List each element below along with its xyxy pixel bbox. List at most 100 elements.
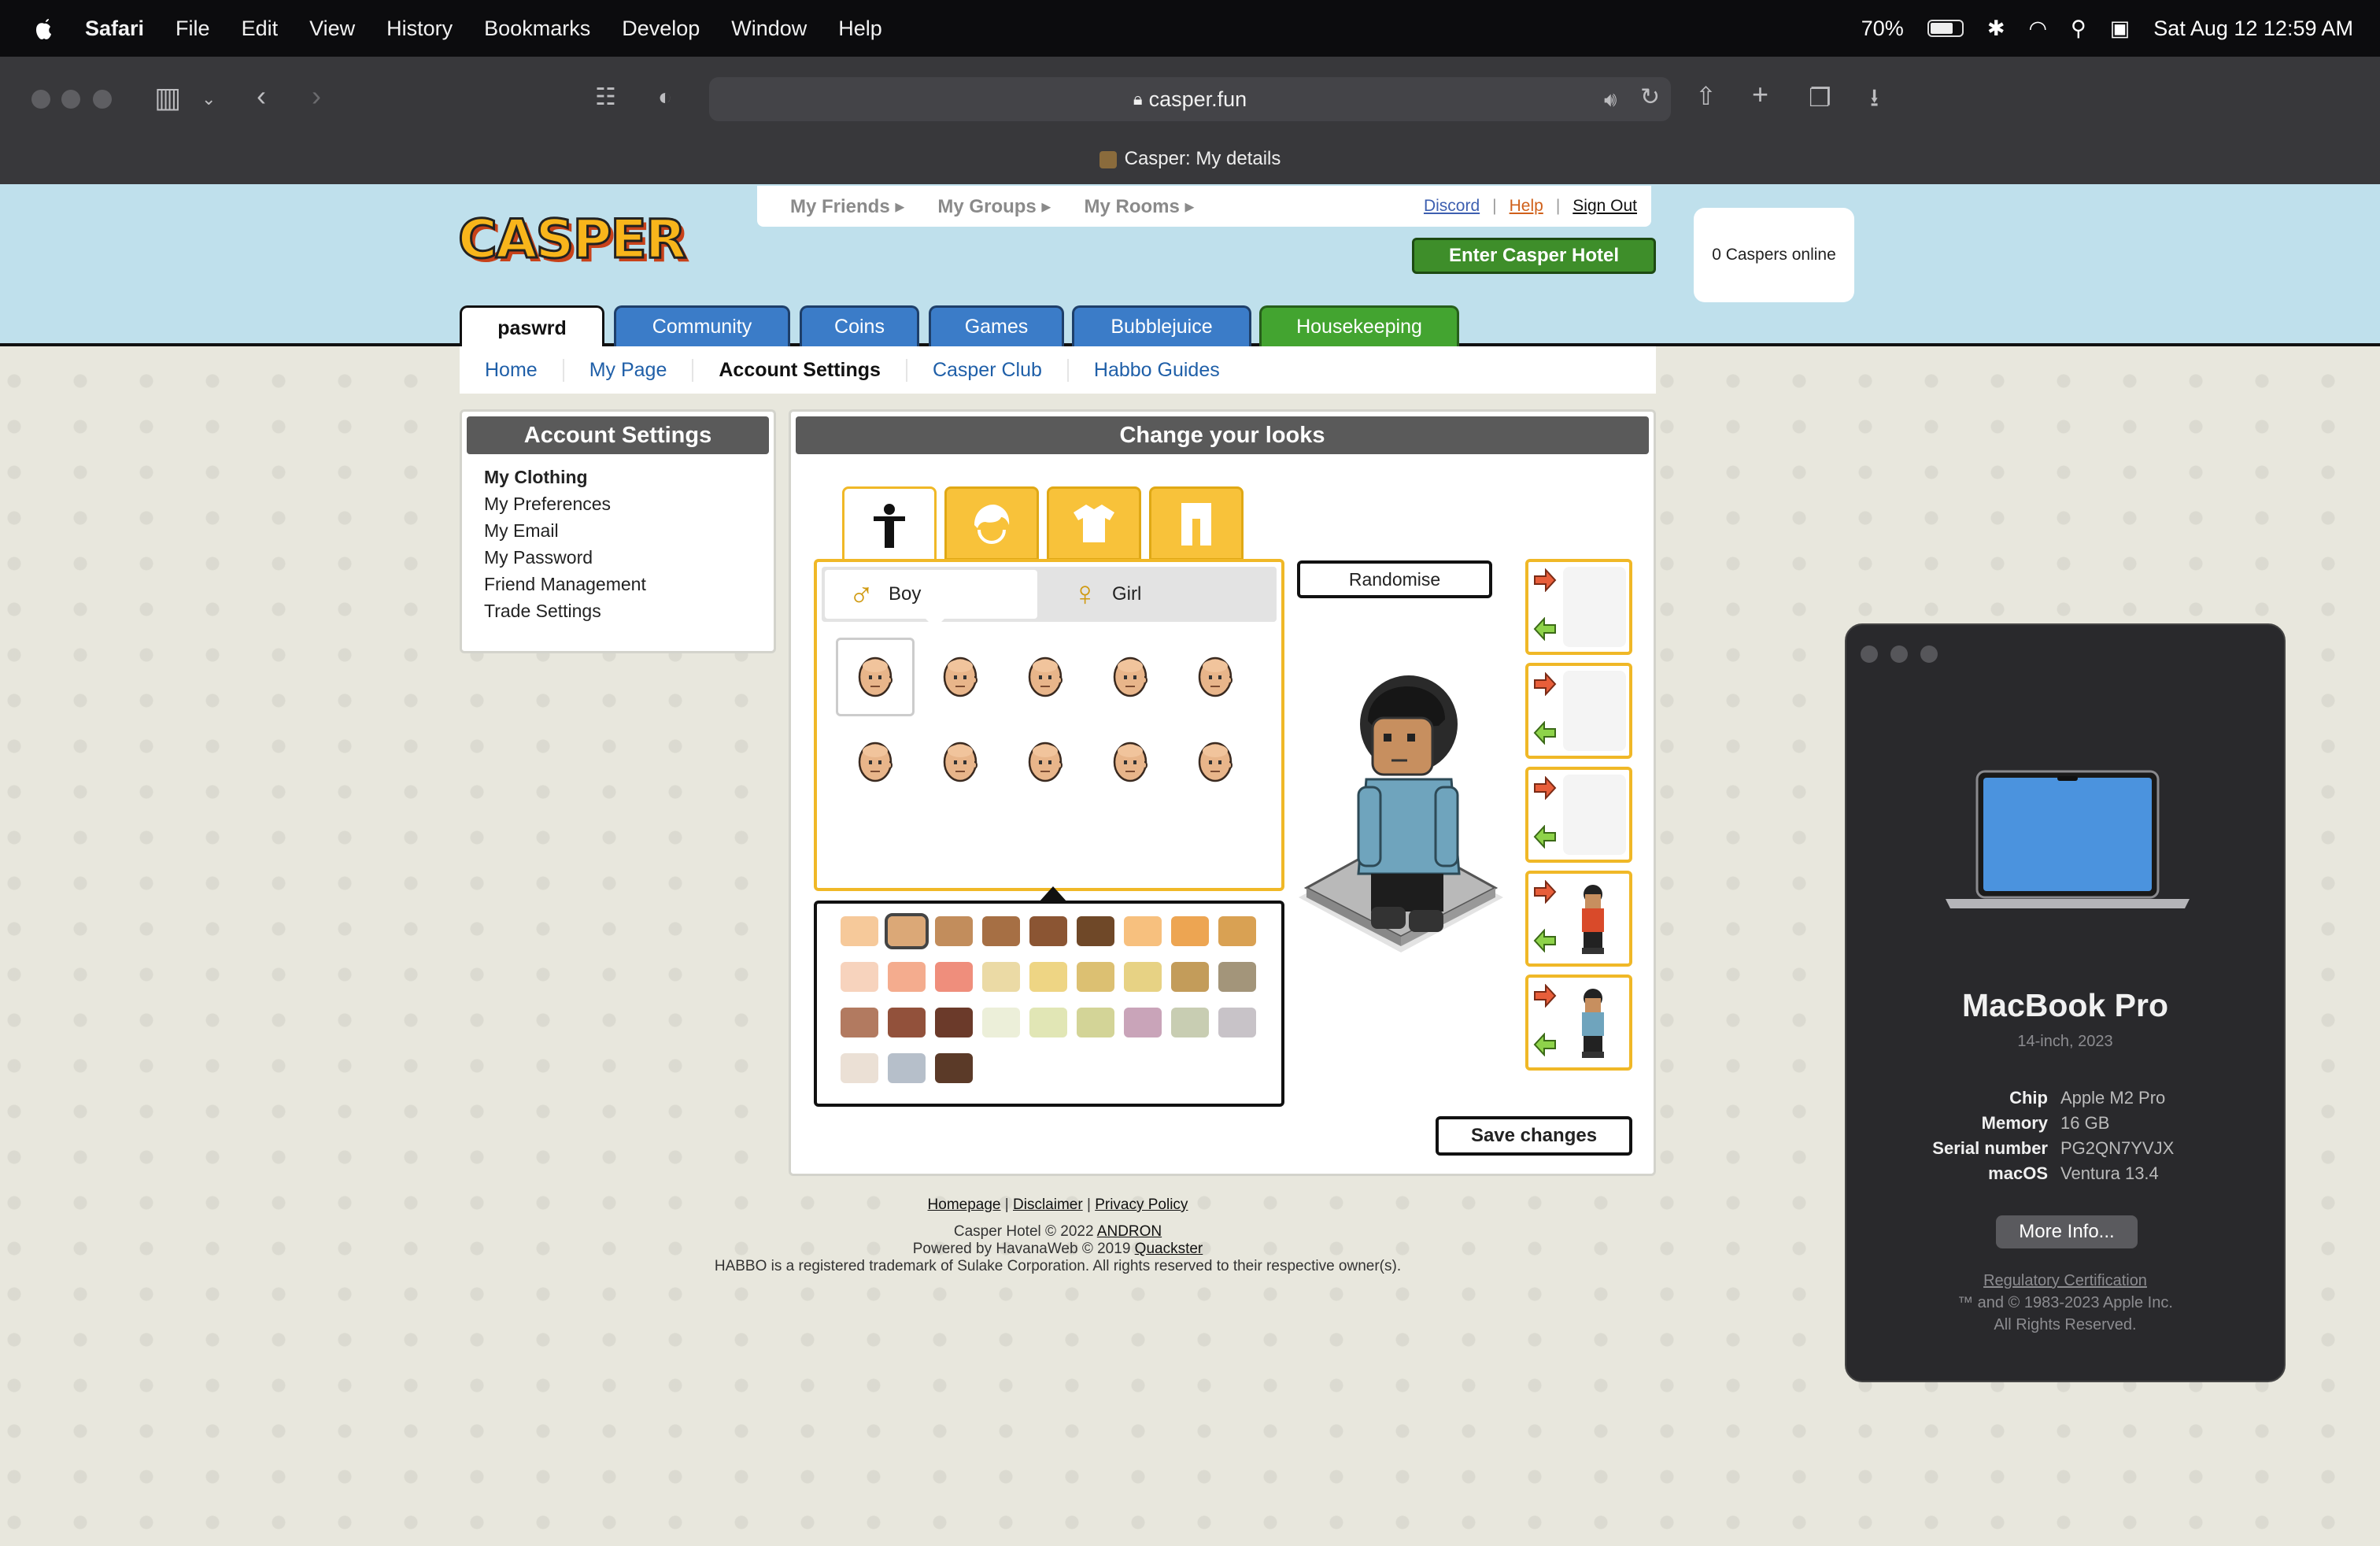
apple-icon[interactable] — [30, 14, 58, 43]
save-changes-button[interactable]: Save changes — [1436, 1116, 1632, 1156]
downloads-icon[interactable]: ⭳ — [1870, 82, 1879, 113]
menu-app-safari[interactable]: Safari — [85, 17, 144, 41]
wifi-icon[interactable]: ◠ — [2028, 17, 2047, 41]
outfit-slot-2[interactable] — [1525, 663, 1632, 759]
head-option[interactable] — [1107, 653, 1154, 701]
skin-color-swatch[interactable] — [841, 962, 878, 992]
enter-hotel-button[interactable]: Enter Casper Hotel — [1412, 238, 1656, 274]
sidebar-icon[interactable]: ▥ — [154, 82, 181, 113]
footer-disclaimer-link[interactable]: Disclaimer — [1013, 1196, 1083, 1213]
head-option[interactable] — [1192, 738, 1239, 786]
regulatory-link[interactable]: Regulatory Certification — [1846, 1272, 2284, 1290]
head-option[interactable] — [937, 738, 984, 786]
menubar-clock[interactable]: Sat Aug 12 12:59 AM — [2153, 17, 2353, 41]
head-option[interactable] — [1022, 653, 1069, 701]
battery-icon[interactable] — [1927, 20, 1964, 37]
about-minimize-button[interactable] — [1890, 645, 1908, 663]
head-option[interactable] — [1192, 653, 1239, 701]
skin-color-swatch[interactable] — [935, 916, 973, 946]
menu-history[interactable]: History — [386, 17, 453, 41]
outfit-slot-1[interactable] — [1525, 559, 1632, 655]
settings-trade-settings[interactable]: Trade Settings — [484, 601, 774, 627]
control-center-icon[interactable]: ▣ — [2110, 17, 2131, 41]
skin-color-swatch[interactable] — [1171, 962, 1209, 992]
skin-color-swatch[interactable] — [982, 916, 1020, 946]
menu-develop[interactable]: Develop — [622, 17, 700, 41]
menu-edit[interactable]: Edit — [242, 17, 279, 41]
my-rooms-link[interactable]: My Rooms ▸ — [1084, 195, 1194, 218]
tab-coins[interactable]: Coins — [800, 305, 919, 346]
skin-color-swatch[interactable] — [1029, 1008, 1067, 1037]
window-zoom-button[interactable] — [93, 90, 112, 109]
sign-out-link[interactable]: Sign Out — [1572, 197, 1637, 216]
head-option[interactable] — [852, 738, 899, 786]
skin-color-swatch[interactable] — [1124, 916, 1162, 946]
footer-homepage-link[interactable]: Homepage — [928, 1196, 1001, 1213]
share-icon[interactable]: ⇧ — [1695, 80, 1717, 112]
window-close-button[interactable] — [31, 90, 50, 109]
head-option[interactable] — [852, 653, 899, 701]
save-arrow-icon[interactable] — [1533, 617, 1557, 641]
settings-friend-management[interactable]: Friend Management — [484, 574, 774, 601]
tab-overview-icon[interactable]: ☷ — [595, 82, 616, 113]
head-option[interactable] — [1022, 738, 1069, 786]
tab-user[interactable]: paswrd — [460, 305, 604, 350]
forward-icon[interactable]: › — [312, 80, 321, 112]
outfit-slot-3[interactable] — [1525, 767, 1632, 863]
tab-title[interactable]: Casper: My details — [0, 148, 2380, 170]
save-arrow-icon[interactable] — [1533, 721, 1557, 745]
about-close-button[interactable] — [1861, 645, 1878, 663]
settings-my-preferences[interactable]: My Preferences — [484, 494, 774, 520]
skin-color-swatch[interactable] — [1029, 916, 1067, 946]
new-tab-icon[interactable]: + — [1752, 79, 1768, 110]
load-arrow-icon[interactable] — [1533, 672, 1557, 696]
load-arrow-icon[interactable] — [1533, 880, 1557, 904]
about-zoom-button[interactable] — [1920, 645, 1938, 663]
chevron-down-icon[interactable]: ⌄ — [201, 83, 216, 115]
skin-color-swatch[interactable] — [935, 1008, 973, 1037]
skin-color-swatch[interactable] — [982, 1008, 1020, 1037]
discord-link[interactable]: Discord — [1424, 197, 1480, 216]
tab-housekeeping[interactable]: Housekeeping — [1259, 305, 1459, 346]
tab-bubblejuice[interactable]: Bubblejuice — [1072, 305, 1251, 346]
menu-casper-club[interactable]: Casper Club — [907, 358, 1069, 382]
gender-boy-option[interactable]: ♂ Boy — [825, 570, 1037, 619]
menu-help[interactable]: Help — [838, 17, 882, 41]
skin-color-swatch[interactable] — [1124, 962, 1162, 992]
skin-color-swatch[interactable] — [1077, 1008, 1114, 1037]
head-option[interactable] — [937, 653, 984, 701]
audio-icon[interactable]: 🔊︎ — [1604, 83, 1617, 115]
outfit-slot-4[interactable] — [1525, 871, 1632, 967]
load-arrow-icon[interactable] — [1533, 776, 1557, 800]
skin-color-swatch[interactable] — [1029, 962, 1067, 992]
help-link[interactable]: Help — [1510, 197, 1543, 216]
skin-color-swatch[interactable] — [935, 1053, 973, 1083]
tab-hair[interactable] — [944, 486, 1039, 560]
save-arrow-icon[interactable] — [1533, 1033, 1557, 1056]
menu-my-page[interactable]: My Page — [564, 358, 694, 382]
skin-color-swatch[interactable] — [888, 962, 926, 992]
skin-color-swatch[interactable] — [841, 1053, 878, 1083]
privacy-shield-icon[interactable]: ◐ — [658, 82, 672, 113]
settings-my-email[interactable]: My Email — [484, 520, 774, 547]
footer-andron-link[interactable]: ANDRON — [1097, 1223, 1162, 1240]
tab-body[interactable] — [842, 486, 937, 565]
skin-color-swatch[interactable] — [888, 1008, 926, 1037]
reload-icon[interactable]: ↻ — [1640, 82, 1660, 113]
skin-color-swatch[interactable] — [1171, 1008, 1209, 1037]
skin-color-swatch[interactable] — [1218, 916, 1256, 946]
skin-color-swatch[interactable] — [885, 913, 929, 949]
load-arrow-icon[interactable] — [1533, 984, 1557, 1008]
head-option[interactable] — [1107, 738, 1154, 786]
save-arrow-icon[interactable] — [1533, 825, 1557, 849]
tab-bottom[interactable] — [1149, 486, 1244, 560]
skin-color-swatch[interactable] — [1171, 916, 1209, 946]
gender-girl-option[interactable]: ♀ Girl — [1037, 570, 1273, 619]
tab-games[interactable]: Games — [929, 305, 1064, 346]
outfit-slot-5[interactable] — [1525, 975, 1632, 1071]
skin-color-swatch[interactable] — [1124, 1008, 1162, 1037]
window-minimize-button[interactable] — [61, 90, 80, 109]
skin-color-swatch[interactable] — [935, 962, 973, 992]
tab-top[interactable] — [1047, 486, 1141, 560]
site-logo[interactable]: CASPER — [456, 208, 687, 272]
